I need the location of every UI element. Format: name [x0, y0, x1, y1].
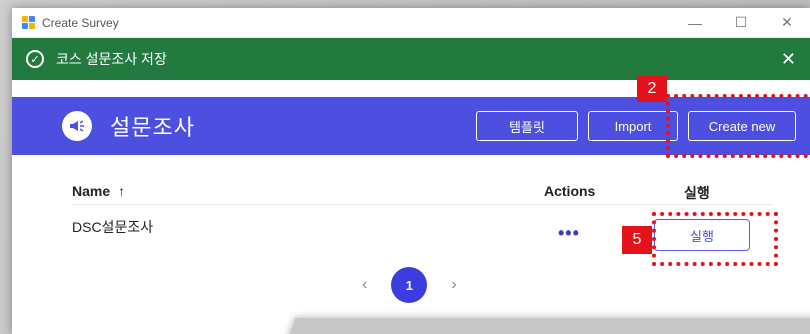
minimize-button[interactable]: — [672, 8, 718, 37]
app-icon [22, 15, 36, 30]
column-header-name[interactable]: Name ↑ [72, 183, 125, 199]
create-survey-window: Create Survey — ☐ ✕ ✓ 코스 설문조사 저장 ✕ 설문조사 … [12, 8, 810, 334]
sort-arrow-icon: ↑ [118, 183, 126, 199]
toast-close-button[interactable]: ✕ [781, 49, 796, 70]
close-window-button[interactable]: ✕ [764, 8, 810, 37]
import-button[interactable]: Import [588, 111, 678, 141]
annotation-box-2 [666, 94, 810, 158]
page-1-button[interactable]: 1 [391, 267, 428, 303]
success-toast: ✓ 코스 설문조사 저장 ✕ [12, 38, 810, 80]
table-header: Name ↑ Actions 실행 [72, 179, 772, 205]
page-title: 설문조사 [110, 115, 195, 140]
survey-name: DSC설문조사 [72, 219, 154, 235]
pagination: ‹ 1 › [362, 267, 457, 303]
annotation-label-5: 5 [622, 226, 652, 254]
window-controls: — ☐ ✕ [672, 8, 810, 37]
annotation-label-2: 2 [637, 76, 667, 102]
column-name-label: Name [72, 183, 111, 199]
toast-message: 코스 설문조사 저장 [56, 51, 167, 67]
column-header-run: 실행 [684, 185, 710, 201]
column-header-actions: Actions [544, 183, 596, 199]
megaphone-icon [62, 111, 92, 141]
more-actions-icon[interactable]: ••• [558, 223, 580, 244]
title-bar: Create Survey — ☐ ✕ [12, 8, 810, 38]
window-title: Create Survey [42, 15, 119, 30]
annotation-box-5 [652, 212, 778, 266]
background-panel [284, 318, 810, 334]
check-circle-icon: ✓ [26, 50, 44, 68]
maximize-button[interactable]: ☐ [718, 8, 764, 37]
next-page-button[interactable]: › [451, 276, 456, 294]
prev-page-button[interactable]: ‹ [362, 276, 367, 294]
template-button[interactable]: 템플릿 [476, 111, 578, 141]
